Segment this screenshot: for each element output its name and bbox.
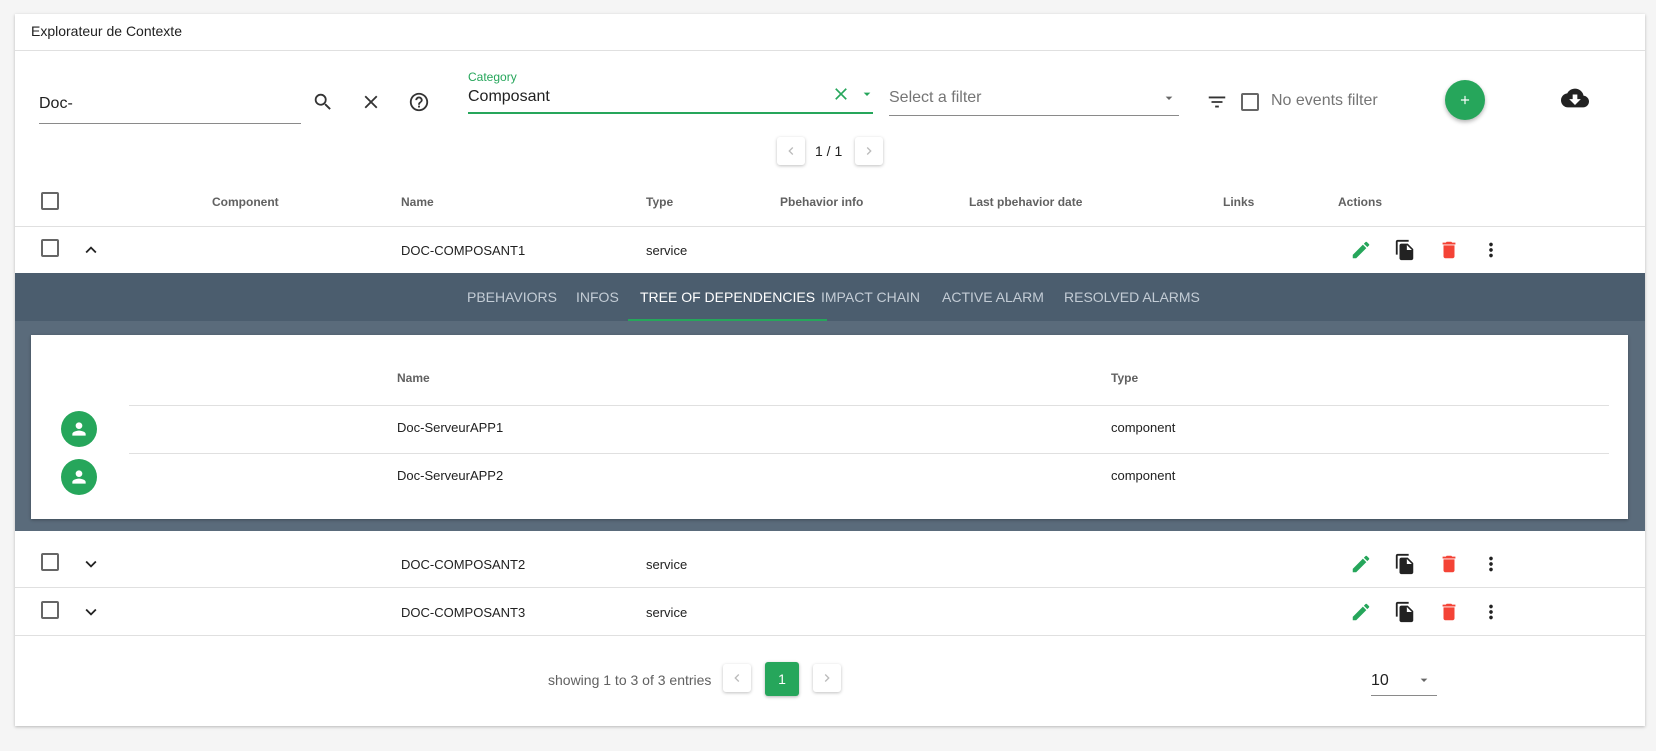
showing-entries-text: showing 1 to 3 of 3 entries xyxy=(548,672,712,688)
row-type: service xyxy=(646,605,688,620)
dependencies-card: Name Type Doc-ServeurAPP1 component Doc-… xyxy=(31,335,1628,519)
select-all-checkbox[interactable] xyxy=(41,192,59,210)
category-label: Category xyxy=(468,70,517,84)
search-field[interactable] xyxy=(39,74,301,124)
tab-tree-of-dependencies[interactable]: TREE OF DEPENDENCIES xyxy=(628,273,828,321)
rows-per-page-dropdown-icon[interactable] xyxy=(1416,672,1432,688)
edit-icon[interactable] xyxy=(1349,552,1373,576)
chevron-down-icon[interactable] xyxy=(79,600,103,624)
row-type: service xyxy=(646,557,688,572)
context-explorer-card: Explorateur de Contexte Category Composa… xyxy=(15,14,1645,726)
header-pbehavior-info[interactable]: Pbehavior info xyxy=(780,195,863,209)
next-page-button[interactable] xyxy=(813,664,841,692)
more-vert-icon[interactable] xyxy=(1479,238,1503,262)
add-entity-button[interactable] xyxy=(1445,80,1485,120)
tab-pbehaviors[interactable]: PBEHAVIORS xyxy=(467,273,557,321)
search-icon[interactable] xyxy=(311,90,335,114)
header-type[interactable]: Type xyxy=(646,195,673,209)
divider xyxy=(129,453,1609,454)
dep-name: Doc-ServeurAPP2 xyxy=(397,468,504,483)
chevron-down-icon[interactable] xyxy=(79,552,103,576)
row-name: DOC-COMPOSANT1 xyxy=(401,243,526,258)
prev-page-button[interactable] xyxy=(723,664,751,692)
page-1-button[interactable]: 1 xyxy=(765,662,799,696)
category-value: Composant xyxy=(468,88,550,105)
dep-header-name[interactable]: Name xyxy=(397,371,430,385)
tab-active-alarm[interactable]: ACTIVE ALARM xyxy=(942,273,1044,321)
category-select[interactable]: Category Composant xyxy=(468,70,873,114)
row-checkbox[interactable] xyxy=(41,553,59,571)
header-component[interactable]: Component xyxy=(212,195,279,209)
dep-name: Doc-ServeurAPP1 xyxy=(397,420,504,435)
tab-resolved-alarms[interactable]: RESOLVED ALARMS xyxy=(1064,273,1200,321)
no-events-label: No events filter xyxy=(1271,92,1378,109)
header-name[interactable]: Name xyxy=(401,195,434,209)
cloud-download-icon[interactable] xyxy=(1561,84,1589,112)
edit-icon[interactable] xyxy=(1349,600,1373,624)
row-type: service xyxy=(646,243,688,258)
no-events-checkbox[interactable] xyxy=(1241,93,1259,111)
table-row[interactable]: DOC-COMPOSANT1 service xyxy=(15,226,1645,274)
dep-header-type[interactable]: Type xyxy=(1111,371,1138,385)
duplicate-icon[interactable] xyxy=(1393,552,1417,576)
tab-infos[interactable]: INFOS xyxy=(576,273,619,321)
duplicate-icon[interactable] xyxy=(1393,600,1417,624)
tab-impact-chain[interactable]: IMPACT CHAIN xyxy=(821,273,920,321)
delete-icon[interactable] xyxy=(1437,238,1461,262)
expanded-row-panel: PBEHAVIORS INFOS TREE OF DEPENDENCIES IM… xyxy=(15,273,1645,531)
delete-icon[interactable] xyxy=(1437,552,1461,576)
top-next-page-button[interactable] xyxy=(855,137,883,165)
dep-type: component xyxy=(1111,420,1176,435)
edit-icon[interactable] xyxy=(1349,238,1373,262)
page-title: Explorateur de Contexte xyxy=(15,14,1645,51)
row-checkbox[interactable] xyxy=(41,239,59,257)
delete-icon[interactable] xyxy=(1437,600,1461,624)
search-input[interactable] xyxy=(39,95,301,113)
filter-list-icon[interactable] xyxy=(1205,90,1229,114)
clear-icon[interactable] xyxy=(359,90,383,114)
row-checkbox[interactable] xyxy=(41,601,59,619)
more-vert-icon[interactable] xyxy=(1479,552,1503,576)
table-header: Component Name Type Pbehavior info Last … xyxy=(15,177,1645,227)
help-icon[interactable] xyxy=(407,90,431,114)
top-pager-text: 1 / 1 xyxy=(815,143,843,159)
table-row[interactable]: DOC-COMPOSANT3 service xyxy=(15,588,1645,636)
avatar xyxy=(61,459,97,495)
top-prev-page-button[interactable] xyxy=(777,137,805,165)
duplicate-icon[interactable] xyxy=(1393,238,1417,262)
more-vert-icon[interactable] xyxy=(1479,600,1503,624)
filter-select[interactable]: Select a filter xyxy=(889,79,1179,116)
chevron-up-icon[interactable] xyxy=(79,238,103,262)
person-icon xyxy=(72,422,86,436)
table-row[interactable]: DOC-COMPOSANT2 service xyxy=(15,540,1645,588)
details-tabs: PBEHAVIORS INFOS TREE OF DEPENDENCIES IM… xyxy=(15,273,1645,321)
divider xyxy=(129,405,1609,406)
header-last-pbehavior-date[interactable]: Last pbehavior date xyxy=(969,195,1082,209)
filter-placeholder: Select a filter xyxy=(889,89,982,106)
filter-dropdown-icon[interactable] xyxy=(1161,90,1177,106)
header-actions: Actions xyxy=(1338,195,1383,209)
dep-type: component xyxy=(1111,468,1176,483)
row-name: DOC-COMPOSANT3 xyxy=(401,605,526,620)
header-links[interactable]: Links xyxy=(1223,195,1254,209)
avatar xyxy=(61,411,97,447)
person-icon xyxy=(72,470,86,484)
category-clear-icon[interactable] xyxy=(831,84,851,104)
row-name: DOC-COMPOSANT2 xyxy=(401,557,526,572)
category-dropdown-icon[interactable] xyxy=(859,86,875,102)
